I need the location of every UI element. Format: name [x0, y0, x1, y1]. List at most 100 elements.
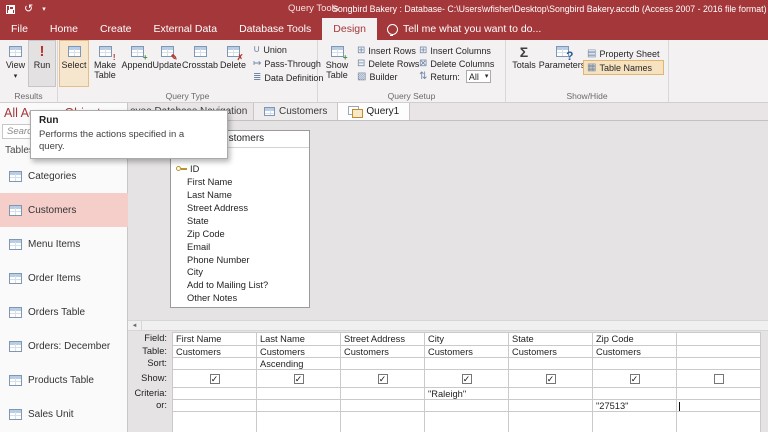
field-cell-0[interactable]: First Name — [173, 333, 257, 346]
empty-cell-5[interactable] — [593, 412, 677, 432]
builder-button[interactable]: ▧Builder — [354, 70, 416, 83]
delete-columns-button[interactable]: ⊠Delete Columns — [416, 57, 506, 70]
delete-button[interactable]: ✗Delete — [218, 41, 248, 86]
doc-tab-customers[interactable]: Customers — [254, 103, 338, 120]
show-checkbox[interactable] — [714, 374, 724, 384]
show-cell-1[interactable]: ✓ — [257, 370, 341, 388]
show-checkbox[interactable]: ✓ — [210, 374, 220, 384]
or-cell-6[interactable] — [677, 400, 761, 412]
show-cell-5[interactable]: ✓ — [593, 370, 677, 388]
crosstab-button[interactable]: Crosstab — [182, 41, 218, 86]
criteria-cell-2[interactable] — [341, 388, 425, 400]
criteria-cell-5[interactable] — [593, 388, 677, 400]
or-cell-4[interactable] — [509, 400, 593, 412]
show-cell-3[interactable]: ✓ — [425, 370, 509, 388]
insert-rows-button[interactable]: ⊞Insert Rows — [354, 44, 416, 57]
table-cell-3[interactable]: Customers — [425, 346, 509, 358]
return-dropdown[interactable]: ⇅ Return: All ▾ — [416, 70, 506, 83]
doc-tab-query1[interactable]: Query1 — [338, 103, 410, 120]
or-cell-0[interactable] — [173, 400, 257, 412]
view-button[interactable]: View ▾ — [2, 41, 29, 86]
field-row-last-name[interactable]: Last Name — [171, 189, 309, 202]
ribbon-tab-database-tools[interactable]: Database Tools — [228, 18, 322, 40]
field-row-zip-code[interactable]: Zip Code — [171, 227, 309, 240]
table-cell-4[interactable]: Customers — [509, 346, 593, 358]
field-row-email[interactable]: Email — [171, 240, 309, 253]
criteria-cell-0[interactable] — [173, 388, 257, 400]
show-checkbox[interactable]: ✓ — [630, 374, 640, 384]
criteria-cell-4[interactable] — [509, 388, 593, 400]
save-icon[interactable] — [6, 5, 15, 14]
field-row-first-name[interactable]: First Name — [171, 176, 309, 189]
empty-cell-0[interactable] — [173, 412, 257, 432]
parameters-button[interactable]: ? Parameters — [540, 41, 584, 86]
empty-cell-6[interactable] — [677, 412, 761, 432]
field-cell-2[interactable]: Street Address — [341, 333, 425, 346]
nav-item-orders-table[interactable]: Orders Table — [0, 295, 128, 329]
criteria-cell-3[interactable]: "Raleigh" — [425, 388, 509, 400]
criteria-cell-1[interactable] — [257, 388, 341, 400]
sort-cell-2[interactable] — [341, 358, 425, 370]
or-cell-3[interactable] — [425, 400, 509, 412]
table-cell-5[interactable]: Customers — [593, 346, 677, 358]
undo-icon[interactable]: ↺ — [24, 4, 33, 15]
update-button[interactable]: ✎Update — [152, 41, 182, 86]
nav-item-sales-unit[interactable]: Sales Unit — [0, 397, 128, 431]
show-checkbox[interactable]: ✓ — [378, 374, 388, 384]
nav-item-order-items[interactable]: Order Items — [0, 261, 128, 295]
field-row-id[interactable]: ID — [171, 163, 309, 176]
or-cell-1[interactable] — [257, 400, 341, 412]
nav-item-customers[interactable]: Customers — [0, 193, 128, 227]
sort-cell-1[interactable]: Ascending — [257, 358, 341, 370]
ribbon-tab-home[interactable]: Home — [39, 18, 89, 40]
nav-item-products-table[interactable]: Products Table — [0, 363, 128, 397]
or-cell-5[interactable]: "27513" — [593, 400, 677, 412]
field-row-phone-number[interactable]: Phone Number — [171, 253, 309, 266]
sort-cell-5[interactable] — [593, 358, 677, 370]
empty-cell-2[interactable] — [341, 412, 425, 432]
table-names-button[interactable]: ▦Table Names — [584, 61, 663, 74]
ribbon-tab-external-data[interactable]: External Data — [142, 18, 228, 40]
show-checkbox[interactable]: ✓ — [294, 374, 304, 384]
append-button[interactable]: +Append — [122, 41, 152, 86]
field-cell-3[interactable]: City — [425, 333, 509, 346]
field-row-other-notes[interactable]: Other Notes — [171, 292, 309, 305]
sort-cell-4[interactable] — [509, 358, 593, 370]
show-cell-0[interactable]: ✓ — [173, 370, 257, 388]
nav-item-menu-items[interactable]: Menu Items — [0, 227, 128, 261]
horizontal-scrollbar[interactable]: ◄ — [128, 320, 768, 331]
scroll-left-icon[interactable]: ◄ — [128, 321, 142, 330]
table-cell-0[interactable]: Customers — [173, 346, 257, 358]
insert-columns-button[interactable]: ⊞Insert Columns — [416, 44, 506, 57]
table-cell-1[interactable]: Customers — [257, 346, 341, 358]
empty-cell-4[interactable] — [509, 412, 593, 432]
table-cell-2[interactable]: Customers — [341, 346, 425, 358]
or-cell-2[interactable] — [341, 400, 425, 412]
field-cell-1[interactable]: Last Name — [257, 333, 341, 346]
table-cell-6[interactable] — [677, 346, 761, 358]
make-table-button[interactable]: !Make Table — [88, 41, 122, 86]
show-cell-4[interactable]: ✓ — [509, 370, 593, 388]
show-cell-2[interactable]: ✓ — [341, 370, 425, 388]
field-row-state[interactable]: State — [171, 214, 309, 227]
field-cell-6[interactable] — [677, 333, 761, 346]
return-value[interactable]: All ▾ — [466, 70, 492, 83]
sort-cell-0[interactable] — [173, 358, 257, 370]
empty-cell-1[interactable] — [257, 412, 341, 432]
tell-me-box[interactable]: Tell me what you want to do... — [387, 18, 541, 40]
run-button[interactable]: ! Run — [29, 41, 55, 86]
ribbon-tab-design[interactable]: Design — [322, 18, 377, 40]
property-sheet-button[interactable]: ▤Property Sheet — [584, 47, 663, 60]
sort-cell-3[interactable] — [425, 358, 509, 370]
delete-rows-button[interactable]: ⊟Delete Rows — [354, 57, 416, 70]
ribbon-tab-create[interactable]: Create — [89, 18, 143, 40]
nav-item-categories[interactable]: Categories — [0, 159, 128, 193]
customize-toolbar-icon[interactable]: ▾ — [42, 6, 46, 13]
totals-button[interactable]: Σ Totals — [508, 41, 540, 86]
field-row-street-address[interactable]: Street Address — [171, 202, 309, 215]
show-table-button[interactable]: + Show Table — [320, 41, 354, 86]
field-cell-5[interactable]: Zip Code — [593, 333, 677, 346]
sort-cell-6[interactable] — [677, 358, 761, 370]
show-cell-6[interactable] — [677, 370, 761, 388]
pass-through-button[interactable]: ↦Pass-Through — [250, 57, 326, 70]
